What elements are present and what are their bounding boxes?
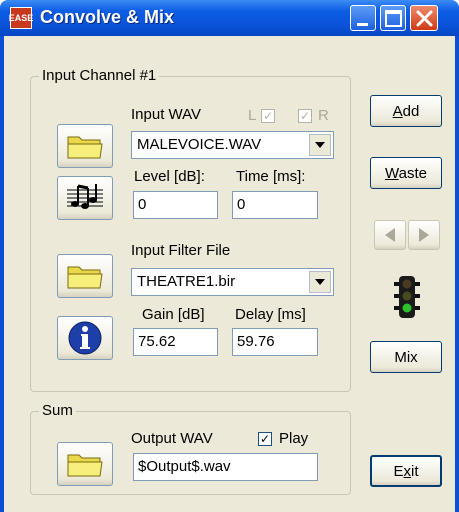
play-label: Play [279,430,309,447]
select-audio-button[interactable] [57,176,113,220]
add-button[interactable]: Add [370,95,442,127]
close-button[interactable] [410,5,438,31]
browse-filter-file-button[interactable] [57,254,113,298]
dialog-client-area: Input Channel #1 Input WAV L ✓ ✓ R MALEV… [4,36,455,512]
browse-input-wav-button[interactable] [57,124,113,168]
chevron-down-icon[interactable] [309,271,331,293]
filter-file-select[interactable]: THEATRE1.bir [131,268,334,296]
left-channel-checkbox[interactable]: ✓ [261,109,275,123]
add-label: Add [392,102,420,120]
chevron-down-icon[interactable] [309,134,331,156]
time-label: Time [ms]: [236,168,306,185]
filter-file-value: THEATRE1.bir [137,273,236,290]
delay-label: Delay [ms] [235,306,306,323]
arrow-right-icon [419,228,429,242]
input-wav-label: Input WAV [131,106,202,123]
level-label: Level [dB]: [134,168,205,185]
folder-icon [67,454,103,477]
dialog-window: EASE Convolve & Mix Input Channel #1 Inp… [0,0,459,512]
filter-file-label: Input Filter File [131,242,231,259]
folder-icon [67,136,103,159]
input-channel-title: Input Channel #1 [39,67,160,84]
browse-output-wav-button[interactable] [57,442,113,486]
input-wav-value: MALEVOICE.WAV [137,136,262,153]
gain-input[interactable]: 75.62 [133,328,218,356]
level-input[interactable]: 0 [133,191,218,219]
filter-info-button[interactable] [57,316,113,360]
delay-input[interactable]: 59.76 [232,328,318,356]
maximize-icon [385,10,402,27]
right-channel-label: R [318,107,329,124]
folder-icon [67,266,103,289]
app-icon: EASE [9,7,33,29]
output-wav-label: Output WAV [131,430,213,447]
minimize-button[interactable] [350,5,376,31]
left-channel-label: L [248,107,257,124]
window-title: Convolve & Mix [40,7,175,27]
exit-label: Exit [393,462,419,480]
gain-label: Gain [dB] [142,306,205,323]
close-icon [416,10,433,27]
traffic-light-icon [394,276,420,318]
music-notes-icon [67,184,103,209]
waste-label: Waste [385,164,427,182]
arrow-left-icon [385,228,395,242]
output-wav-input[interactable]: $Output$.wav [133,453,318,481]
previous-channel-button[interactable] [374,220,406,250]
title-bar[interactable]: EASE Convolve & Mix [0,0,459,36]
minimize-icon [357,23,368,26]
exit-button[interactable]: Exit [370,455,442,487]
maximize-button[interactable] [380,5,406,31]
sum-title: Sum [39,402,76,419]
mix-button[interactable]: Mix [370,341,442,373]
waste-button[interactable]: Waste [370,157,442,189]
next-channel-button[interactable] [408,220,440,250]
time-input[interactable]: 0 [232,191,318,219]
play-checkbox[interactable]: ✓ [258,432,272,446]
right-channel-checkbox[interactable]: ✓ [298,109,312,123]
input-wav-select[interactable]: MALEVOICE.WAV [131,131,334,159]
info-icon [68,321,102,355]
